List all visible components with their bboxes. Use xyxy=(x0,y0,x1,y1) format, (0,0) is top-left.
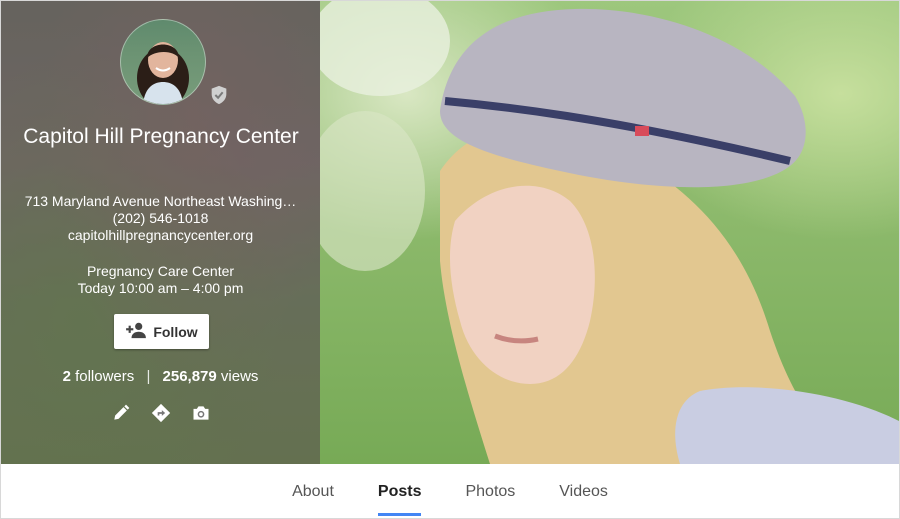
cover-photo-image xyxy=(320,1,899,464)
followers-label: followers xyxy=(75,368,135,385)
follow-button[interactable]: Follow xyxy=(114,314,209,349)
profile-sidebar: Capitol Hill Pregnancy Center 713 Maryla… xyxy=(1,1,320,464)
business-address[interactable]: 713 Maryland Avenue Northeast Washing… xyxy=(11,193,310,210)
tab-videos[interactable]: Videos xyxy=(559,464,608,518)
business-category: Pregnancy Care Center xyxy=(86,263,235,279)
business-name: Capitol Hill Pregnancy Center xyxy=(23,125,299,148)
cover-photo[interactable] xyxy=(320,1,899,464)
pencil-icon[interactable] xyxy=(111,401,131,425)
tab-about[interactable]: About xyxy=(292,464,334,518)
business-website[interactable]: capitolhillpregnancycenter.org xyxy=(11,227,310,244)
follow-label: Follow xyxy=(153,323,198,340)
cover-area: Capitol Hill Pregnancy Center 713 Maryla… xyxy=(1,1,899,464)
directions-icon[interactable] xyxy=(151,401,171,425)
stats-separator: | xyxy=(146,368,151,385)
views-count: 256,879 xyxy=(162,368,217,385)
avatar[interactable] xyxy=(120,19,206,105)
profile-page: Capitol Hill Pregnancy Center 713 Maryla… xyxy=(0,0,900,519)
avatar-image xyxy=(137,42,189,104)
business-hours[interactable]: Today 10:00 am – 4:00 pm xyxy=(11,280,310,297)
tab-posts[interactable]: Posts xyxy=(377,464,421,518)
camera-icon[interactable] xyxy=(191,401,211,425)
followers-count: 2 xyxy=(62,368,71,385)
business-phone[interactable]: (202) 546-1018 xyxy=(11,210,310,227)
tab-photos[interactable]: Photos xyxy=(465,464,515,518)
views-label: views xyxy=(220,368,259,385)
profile-tabs: About Posts Photos Videos xyxy=(1,464,899,518)
profile-stats: 2 followers | 256,879 views xyxy=(1,368,320,386)
person-add-icon xyxy=(125,321,147,342)
verified-shield-icon xyxy=(208,84,230,106)
action-bar xyxy=(1,401,320,425)
